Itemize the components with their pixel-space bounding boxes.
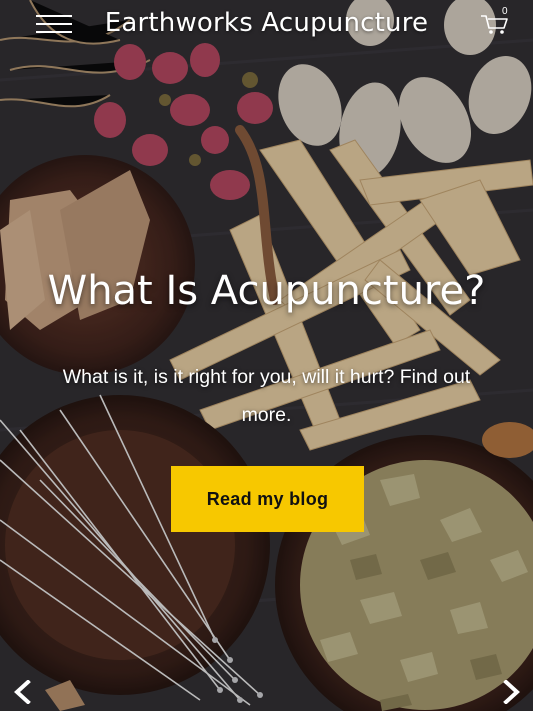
hero-subtext: What is it, is it right for you, will it… — [62, 366, 471, 426]
hero-overlay — [0, 0, 533, 711]
hero-slide — [0, 0, 533, 711]
chevron-left-icon[interactable] — [12, 680, 34, 704]
read-blog-button[interactable]: Read my blog — [171, 466, 364, 532]
site-title[interactable]: Earthworks Acupuncture — [0, 8, 533, 38]
chevron-right-icon[interactable] — [500, 680, 522, 704]
hero-heading: What Is Acupuncture? — [47, 268, 486, 314]
shopping-cart-icon[interactable] — [480, 14, 510, 36]
cart-count-badge: 0 — [502, 6, 508, 17]
